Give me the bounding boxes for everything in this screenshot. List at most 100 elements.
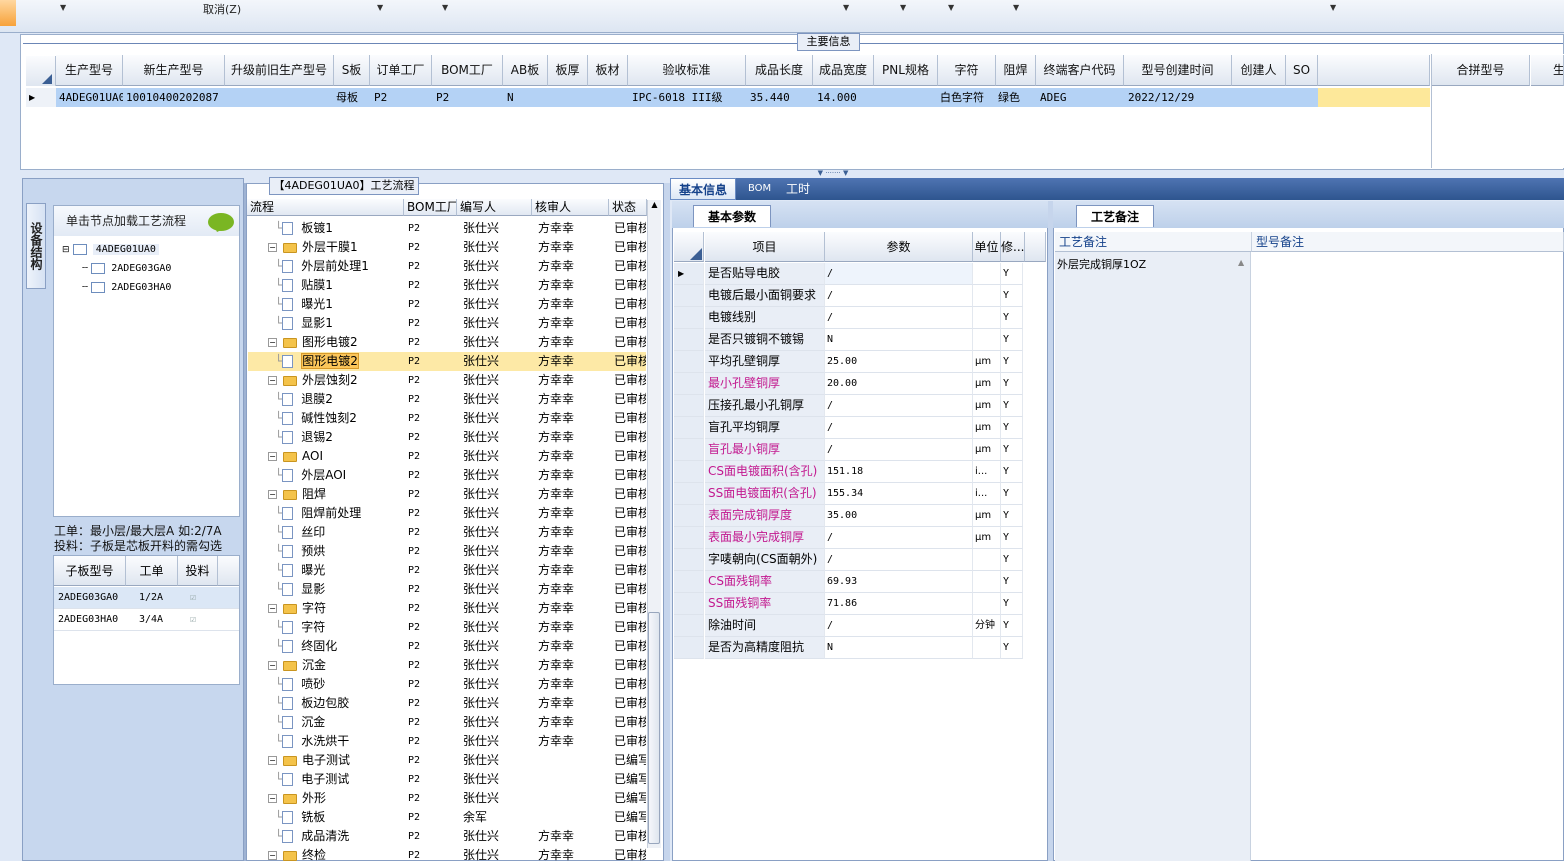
feed-checkbox[interactable]: ☑ (190, 587, 196, 609)
process-row[interactable]: └ 阻焊前处理 P2 张仕兴 方幸幸 已审核 (248, 504, 646, 523)
main-row-cell[interactable]: 母板 (334, 88, 370, 107)
process-row[interactable]: └ 贴膜1 P2 张仕兴 方幸幸 已审核 (248, 276, 646, 295)
tab-bom[interactable]: BOM (740, 178, 779, 200)
process-remark-text[interactable]: 外层完成铜厚1OZ (1057, 256, 1146, 272)
process-row[interactable]: └ 预烘 P2 张仕兴 方幸幸 已审核 (248, 542, 646, 561)
param-row[interactable]: SS面电镀面积(含孔) 155.34 i... Y (674, 483, 1046, 505)
process-row[interactable]: └ 曝光1 P2 张仕兴 方幸幸 已审核 (248, 295, 646, 314)
col-header[interactable]: 子板型号 (54, 556, 126, 586)
dropdown-arrow-icon[interactable]: ▼ (1013, 3, 1019, 12)
main-row-cell[interactable]: 2022/12/29 (1124, 88, 1232, 107)
process-row[interactable]: └ 沉金 P2 张仕兴 方幸幸 已审核 (248, 713, 646, 732)
col-header[interactable]: 字符 (938, 55, 996, 86)
col-header[interactable]: 核审人 (532, 199, 609, 216)
main-row-cell[interactable] (548, 88, 588, 107)
col-header[interactable]: 阻焊 (996, 55, 1036, 86)
main-row-cell[interactable]: 4ADEG01UA0 (56, 88, 123, 107)
process-row[interactable]: − 字符 P2 张仕兴 方幸幸 已审核 (248, 599, 646, 618)
splitter-grip-icon[interactable]: ▼ ······· ▼ (805, 169, 861, 177)
main-row-cell[interactable]: 白色字符 (938, 88, 996, 107)
so-cell-highlight[interactable] (1318, 88, 1430, 107)
param-row[interactable]: CS面电镀面积(含孔) 151.18 i... Y (674, 461, 1046, 483)
process-row[interactable]: − 图形电镀2 P2 张仕兴 方幸幸 已审核 (248, 333, 646, 352)
main-row-cell[interactable]: 绿色 (996, 88, 1036, 107)
splitter[interactable] (664, 183, 670, 861)
col-header[interactable]: 验收标准 (628, 55, 746, 86)
col-header[interactable]: 型号创建时间 (1124, 55, 1232, 86)
process-row[interactable]: └ 外层前处理1 P2 张仕兴 方幸幸 已审核 (248, 257, 646, 276)
col-header[interactable]: 终端客户代码 (1036, 55, 1124, 86)
merge-model-header[interactable]: 合拼型号 (1432, 55, 1530, 86)
tree-node-child[interactable]: ┄ 2ADEG03HA0 (82, 280, 171, 296)
process-row[interactable]: − AOI P2 张仕兴 方幸幸 已审核 (248, 447, 646, 466)
param-row[interactable]: 是否为高精度阻抗 N Y (674, 637, 1046, 659)
main-row-cell[interactable]: 35.440 (746, 88, 813, 107)
process-row[interactable]: └ 显影1 P2 张仕兴 方幸幸 已审核 (248, 314, 646, 333)
col-header[interactable]: 修... (1001, 232, 1025, 262)
select-all-corner[interactable] (26, 56, 56, 86)
param-row[interactable]: 除油时间 / 分钟 Y (674, 615, 1046, 637)
col-header[interactable]: 创建人 (1232, 55, 1286, 86)
col-header[interactable]: 板厚 (548, 55, 588, 86)
collapse-icon[interactable]: − (268, 661, 277, 670)
process-row[interactable]: └ 外层AOI P2 张仕兴 方幸幸 已审核 (248, 466, 646, 485)
collapse-icon[interactable]: − (268, 243, 277, 252)
process-row[interactable]: └ 喷砂 P2 张仕兴 方幸幸 已审核 (248, 675, 646, 694)
col-header[interactable]: 生产型号 (56, 55, 123, 86)
param-row[interactable]: 表面完成铜厚度 35.00 μm Y (674, 505, 1046, 527)
param-row[interactable]: SS面残铜率 71.86 Y (674, 593, 1046, 615)
process-row[interactable]: − 外层干膜1 P2 张仕兴 方幸幸 已审核 (248, 238, 646, 257)
param-row[interactable]: ▶ 是否贴导电胶 / Y (674, 263, 1046, 285)
col-header[interactable]: 项目 (705, 232, 825, 262)
col-header[interactable]: BOM工厂 (432, 55, 503, 86)
collapse-icon[interactable]: − (268, 376, 277, 385)
scroll-up-icon[interactable]: ▲ (1238, 258, 1244, 267)
col-header[interactable]: 成品长度 (746, 55, 813, 86)
main-row-cell[interactable]: 14.000 (813, 88, 874, 107)
col-header[interactable]: BOM工厂 (404, 199, 457, 216)
dropdown-arrow-icon[interactable]: ▼ (442, 3, 448, 12)
col-header[interactable]: SO (1286, 55, 1318, 86)
device-structure-vtab[interactable]: 设备结构 (26, 203, 46, 289)
app-menu-button[interactable] (0, 0, 16, 26)
param-row[interactable]: 盲孔最小铜厚 / μm Y (674, 439, 1046, 461)
process-row[interactable]: └ 丝印 P2 张仕兴 方幸幸 已审核 (248, 523, 646, 542)
dropdown-arrow-icon[interactable]: ▼ (900, 3, 906, 12)
main-row-cell[interactable]: P2 (370, 88, 432, 107)
process-row[interactable]: − 终检 P2 张仕兴 方幸幸 已审核 (248, 846, 646, 861)
col-header[interactable]: 参数 (825, 232, 973, 262)
process-row[interactable]: − 阻焊 P2 张仕兴 方幸幸 已审核 (248, 485, 646, 504)
dropdown-arrow-icon[interactable]: ▼ (948, 3, 954, 12)
col-header[interactable]: S板 (334, 55, 370, 86)
col-header[interactable]: 工单 (126, 556, 178, 586)
process-row[interactable]: └ 字符 P2 张仕兴 方幸幸 已审核 (248, 618, 646, 637)
dropdown-arrow-icon[interactable]: ▼ (843, 3, 849, 12)
param-row[interactable]: CS面残铜率 69.93 Y (674, 571, 1046, 593)
main-row-cell[interactable] (588, 88, 628, 107)
collapse-icon[interactable]: − (268, 338, 277, 347)
process-row[interactable]: └ 图形电镀2 P2 张仕兴 方幸幸 已审核 (248, 352, 646, 371)
param-row[interactable]: 电镀线别 / Y (674, 307, 1046, 329)
collapse-icon[interactable]: − (268, 452, 277, 461)
collapse-icon[interactable]: − (268, 794, 277, 803)
process-row[interactable]: └ 退膜2 P2 张仕兴 方幸幸 已审核 (248, 390, 646, 409)
col-header[interactable]: 型号备注 (1252, 232, 1564, 252)
feed-checkbox[interactable]: ☑ (190, 609, 196, 631)
select-all-corner[interactable] (674, 232, 704, 262)
main-row-cell[interactable] (225, 88, 334, 107)
process-row[interactable]: └ 铣板 P2 余军 已编写 (248, 808, 646, 827)
table-row[interactable]: 2ADEG03GA0 1/2A ☑ (54, 587, 239, 609)
col-header[interactable]: 订单工厂 (370, 55, 432, 86)
process-row[interactable]: − 电子测试 P2 张仕兴 已编写 (248, 751, 646, 770)
main-row-cell[interactable] (1232, 88, 1286, 107)
scroll-thumb[interactable] (648, 612, 660, 844)
main-row-cell[interactable]: N (503, 88, 548, 107)
param-row[interactable]: 盲孔平均铜厚 / μm Y (674, 417, 1046, 439)
process-row[interactable]: └ 电子测试 P2 张仕兴 已编写 (248, 770, 646, 789)
cancel-button[interactable]: 取消(Z) (203, 1, 241, 17)
param-row[interactable]: 压接孔最小孔铜厚 / μm Y (674, 395, 1046, 417)
tab-process-remarks[interactable]: 工艺备注 (1076, 205, 1155, 227)
collapse-icon[interactable]: − (268, 756, 277, 765)
collapse-icon[interactable]: − (268, 851, 277, 860)
param-row[interactable]: 最小孔壁铜厚 20.00 μm Y (674, 373, 1046, 395)
